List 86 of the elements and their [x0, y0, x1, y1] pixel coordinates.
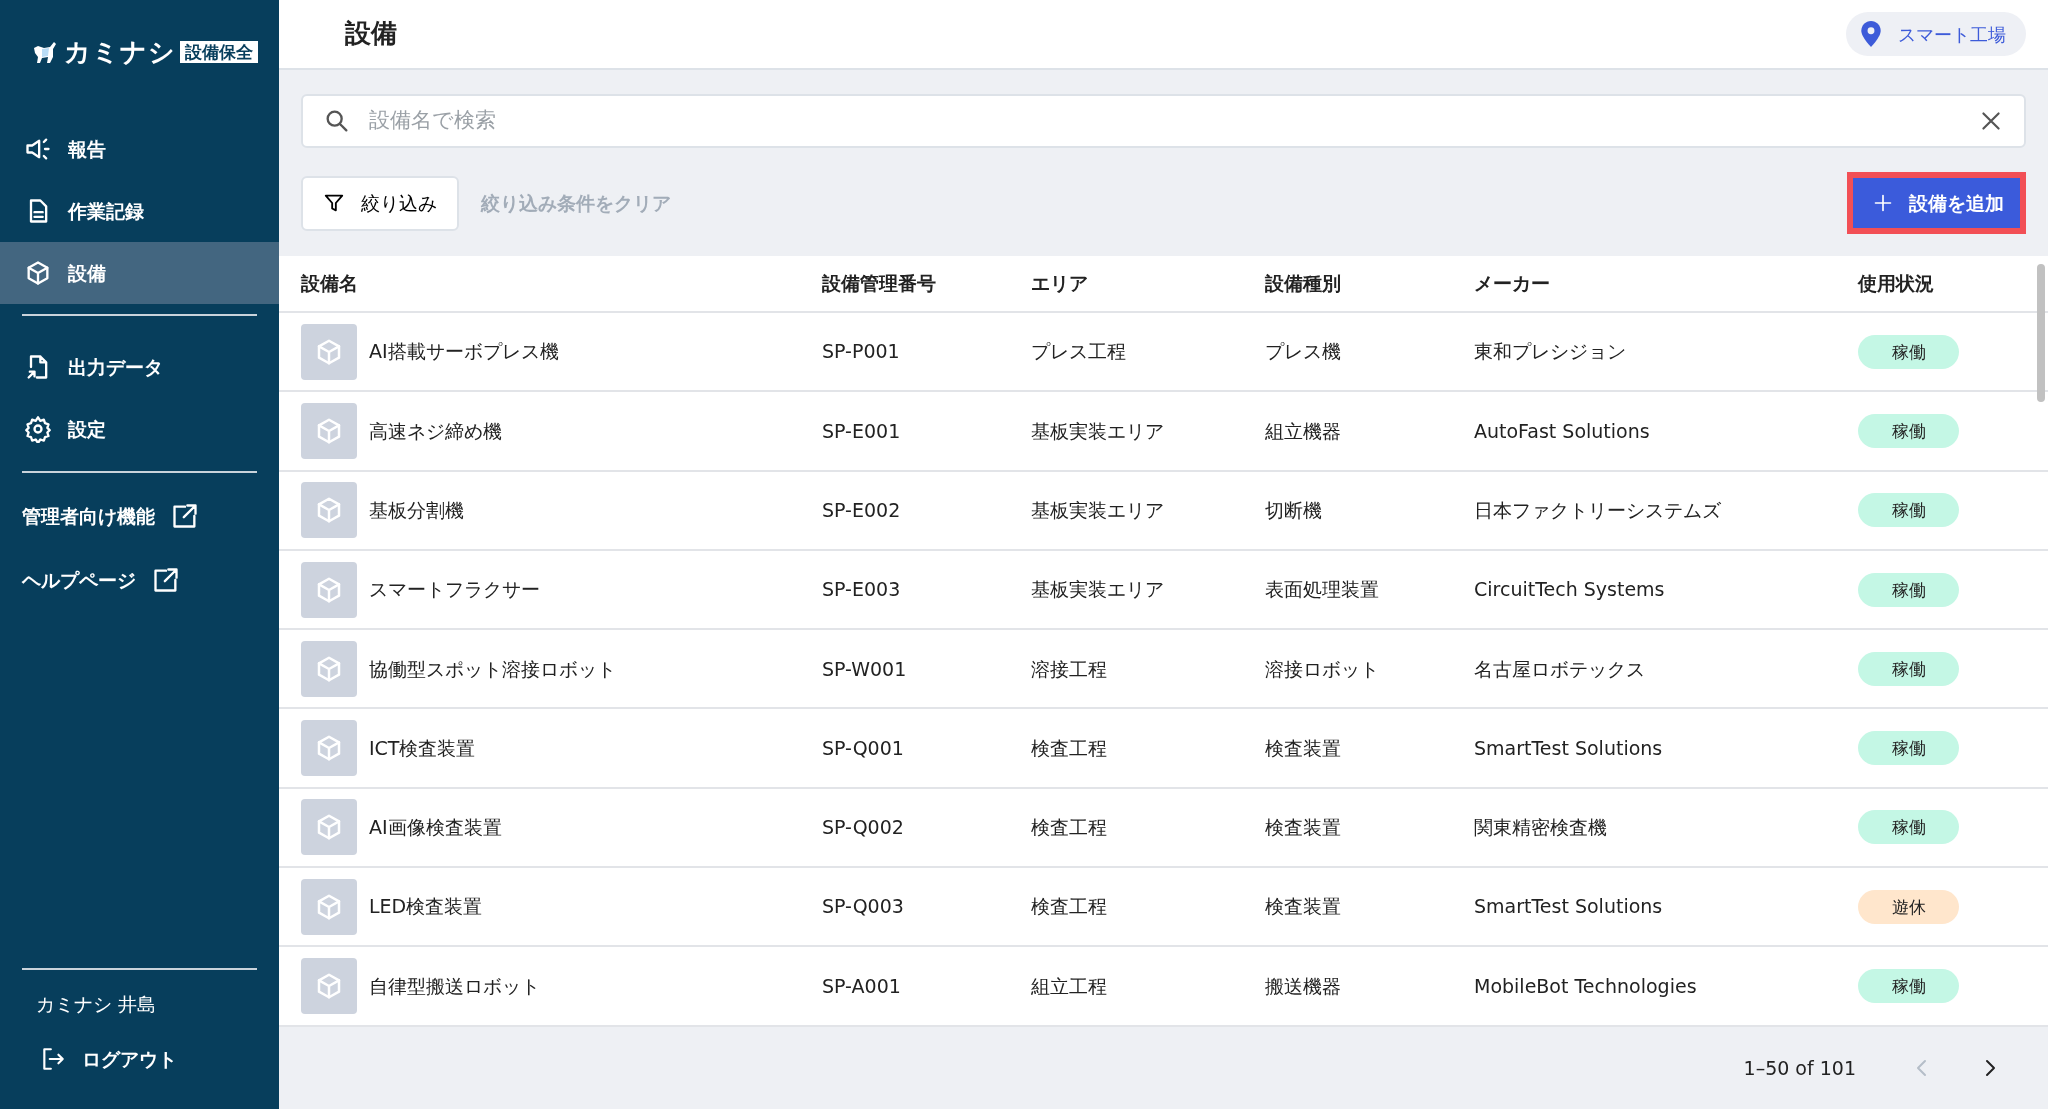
- table-cell-text: ICT検査装置: [369, 735, 476, 761]
- add-equipment-button[interactable]: 設備を追加: [1853, 178, 2020, 228]
- external-link-icon: [171, 502, 199, 530]
- table-cell-text: スマートフラクサー: [369, 577, 540, 603]
- logo-tag: 設備保全: [180, 41, 258, 63]
- table-cell-text: 協働型スポット溶接ロボット: [369, 656, 616, 682]
- table-cell-text: AI搭載サーボプレス機: [369, 339, 559, 365]
- table-cell-text: AI画像検査装置: [369, 815, 502, 841]
- table-cell: 検査装置: [1265, 736, 1341, 759]
- table-cell: 切断機: [1265, 499, 1322, 521]
- external-link[interactable]: ヘルプページ: [0, 548, 279, 612]
- user-name: カミナシ 井島: [35, 992, 158, 1017]
- table-cell: SmartTest Solutions: [1474, 736, 1663, 759]
- external-link-icon: [152, 566, 180, 594]
- column-header: メーカー: [1474, 271, 1551, 297]
- sidebar-item[interactable]: 設備: [0, 242, 279, 304]
- filter-icon: [323, 192, 345, 214]
- gear-icon: [24, 415, 52, 443]
- table-cell: 検査工程: [1031, 736, 1107, 759]
- table-cell: 検査装置: [1265, 816, 1341, 839]
- table-cell: SP-Q001: [822, 736, 904, 759]
- table-cell: 搬送機器: [1265, 974, 1341, 997]
- filter-button[interactable]: 絞り込み: [301, 175, 459, 231]
- search-field[interactable]: 設備名で検索: [301, 94, 2026, 148]
- scrollbar[interactable]: [2037, 264, 2045, 402]
- table-cell: 溶接工程: [1031, 657, 1107, 680]
- table-cell: MobileBot Technologies: [1474, 974, 1697, 997]
- search-input[interactable]: 設備名で検索: [367, 104, 1962, 138]
- table-cell: 日本ファクトリーシステムズ: [1474, 499, 1721, 521]
- status-badge: 稼働: [1858, 334, 1959, 369]
- sidebar-item[interactable]: 作業記録: [0, 180, 279, 242]
- column-header: 設備管理番号: [822, 271, 937, 297]
- table-cell: 組立機器: [1265, 419, 1341, 442]
- table-cell: 溶接ロボット: [1265, 657, 1379, 680]
- table-cell-text: LED検査装置: [369, 894, 483, 920]
- page-title: 設備: [345, 18, 397, 50]
- table-cell-text: 基板分割機: [369, 498, 464, 523]
- table-cell: 基板実装エリア: [1031, 499, 1164, 521]
- table-cell: 組立工程: [1031, 974, 1107, 997]
- table-cell: 検査工程: [1031, 895, 1107, 918]
- table-cell-text: 高速ネジ締め機: [369, 418, 502, 444]
- status-badge: 稼働: [1858, 572, 1959, 607]
- table-cell: 名古屋ロボテックス: [1474, 657, 1645, 680]
- page-range: 1–50 of 101: [1743, 1055, 1856, 1081]
- logout-icon: [40, 1045, 66, 1072]
- table-cell: 東和プレシジョン: [1474, 340, 1626, 363]
- table-cell: AutoFast Solutions: [1474, 419, 1650, 442]
- table-cell: 検査装置: [1265, 895, 1341, 918]
- table-cell: SP-E002: [822, 499, 901, 521]
- status-badge: 稼働: [1858, 493, 1959, 528]
- column-header: エリア: [1031, 271, 1089, 297]
- table-cell: 検査工程: [1031, 816, 1107, 839]
- table-cell: SmartTest Solutions: [1474, 895, 1663, 918]
- table-cell: SP-Q003: [822, 895, 904, 918]
- column-header: 使用状況: [1858, 271, 1935, 297]
- table-cell: SP-Q002: [822, 816, 904, 839]
- status-badge: 稼働: [1858, 810, 1959, 845]
- column-header: 設備種別: [1265, 271, 1342, 297]
- table-cell: SP-W001: [822, 657, 907, 680]
- plus-icon: [1873, 193, 1893, 213]
- table-cell: 表面処理装置: [1265, 578, 1379, 601]
- table-cell: SP-E001: [822, 419, 901, 442]
- logout-button[interactable]: ログアウト: [0, 1044, 279, 1073]
- status-badge: 稼働: [1858, 413, 1959, 448]
- sidebar-item[interactable]: 報告: [0, 118, 279, 180]
- table-cell-text: 自律型搬送ロボット: [369, 973, 540, 999]
- sidebar-item[interactable]: 出力データ: [0, 336, 279, 398]
- sidebar-item[interactable]: 設定: [0, 398, 279, 460]
- external-link[interactable]: 管理者向け機能: [0, 484, 279, 548]
- table-cell: SP-P001: [822, 340, 900, 363]
- table-cell: 基板実装エリア: [1031, 419, 1164, 442]
- logo-text: カミナシ: [64, 35, 176, 69]
- table-cell: 基板実装エリア: [1031, 578, 1164, 601]
- table-cell: プレス工程: [1031, 340, 1126, 363]
- status-badge: 稼働: [1858, 969, 1959, 1003]
- location-pin-icon: [1860, 20, 1882, 48]
- status-badge: 稼働: [1858, 651, 1959, 686]
- table-cell: SP-A001: [822, 974, 901, 997]
- column-header: 設備名: [301, 271, 359, 297]
- status-badge: 遊休: [1858, 889, 1959, 924]
- status-badge: 稼働: [1858, 731, 1959, 766]
- table-cell: 関東精密検査機: [1474, 816, 1607, 839]
- location-selector[interactable]: スマート工場: [1846, 12, 2026, 56]
- table-cell: SP-E003: [822, 578, 901, 601]
- table-cell: プレス機: [1265, 340, 1341, 363]
- table-cell: CircuitTech Systems: [1474, 578, 1665, 601]
